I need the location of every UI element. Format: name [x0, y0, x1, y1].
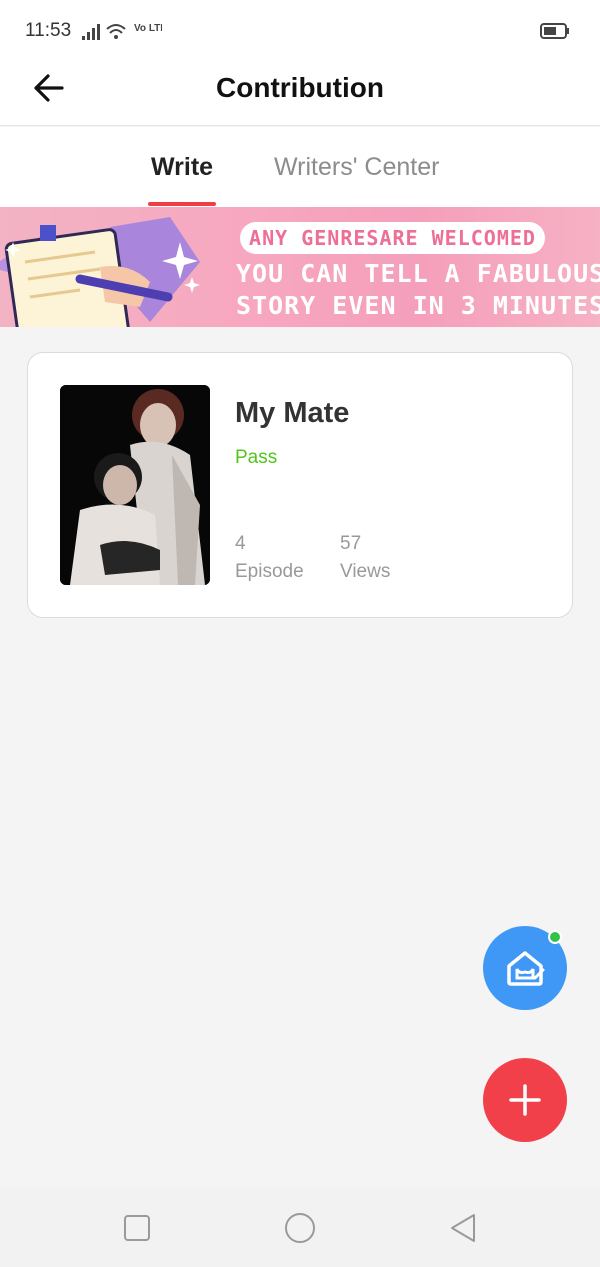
story-card[interactable]: My Mate Pass 4 Episode 57 Views: [27, 352, 573, 618]
status-icons: Vo LTE: [82, 23, 162, 40]
page-title: Contribution: [216, 72, 384, 103]
banner-headline-1: YOU CAN TELL A FABULOUS: [236, 259, 600, 288]
episode-count: 4: [235, 533, 246, 554]
home-button[interactable]: [283, 1211, 317, 1245]
plus-icon: [509, 1084, 541, 1116]
status-time: 11:53: [25, 20, 72, 41]
back-triangle-icon: [451, 1214, 475, 1242]
recent-apps-button[interactable]: [120, 1211, 154, 1245]
app-header: Contribution: [0, 60, 600, 126]
battery-icon: [540, 23, 569, 39]
views-stat: 57 Views: [340, 530, 390, 586]
status-badge: Pass: [235, 447, 278, 468]
writing-illustration: [0, 217, 200, 327]
episode-stat: 4 Episode: [235, 530, 304, 586]
system-back-button[interactable]: [446, 1211, 480, 1245]
banner-headline-2: STORY EVEN IN 3 MINUTES!: [236, 291, 600, 320]
home-circle-icon: [285, 1213, 315, 1243]
add-story-button[interactable]: [483, 1058, 567, 1142]
promo-banner[interactable]: ANY GENRESARE WELCOMED YOU CAN TELL A FA…: [0, 207, 600, 327]
volte-icon: Vo LTE: [134, 23, 162, 34]
episode-label: Episode: [235, 561, 304, 582]
views-count: 57: [340, 533, 362, 554]
wifi-icon: [106, 24, 126, 39]
banner-pill: ANY GENRESARE WELCOMED: [240, 222, 545, 254]
tab-bar: Write Writers' Center: [0, 127, 600, 207]
recent-apps-icon: [124, 1215, 150, 1241]
story-title: My Mate: [235, 397, 350, 429]
views-label: Views: [340, 561, 391, 582]
status-bar: 11:53 Vo LTE: [0, 0, 600, 60]
tab-writers-center[interactable]: Writers' Center: [274, 153, 439, 182]
cover-image: [60, 385, 210, 585]
notification-dot: [548, 930, 562, 944]
signal-icon: [82, 24, 100, 40]
active-tab-indicator: [148, 202, 216, 206]
tab-write[interactable]: Write: [151, 153, 213, 182]
story-cover: [60, 385, 210, 585]
svg-text:Vo LTE: Vo LTE: [134, 23, 162, 34]
system-nav-bar: [0, 1187, 600, 1267]
